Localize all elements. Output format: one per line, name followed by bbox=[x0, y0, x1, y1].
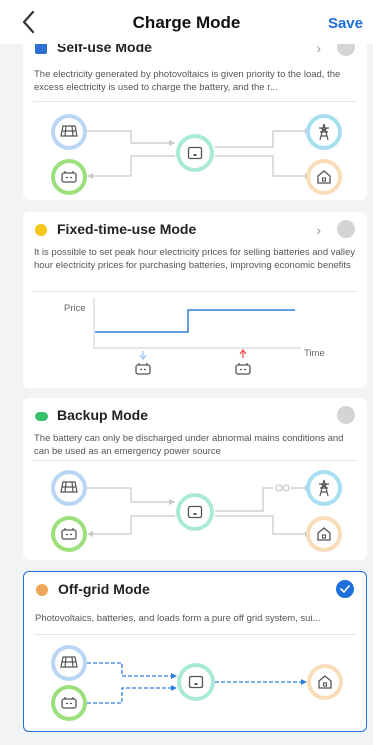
price-time-chart bbox=[93, 298, 301, 361]
mode-card-fixed-time-use[interactable]: Fixed-time-use Mode › It is possible to … bbox=[23, 212, 367, 388]
mode-card-off-grid[interactable]: Off-grid Mode Photovoltaics, batteries, … bbox=[23, 571, 367, 732]
power-tower-icon bbox=[319, 479, 329, 497]
solar-panel-icon bbox=[60, 481, 78, 493]
solar-panel-icon bbox=[60, 656, 78, 668]
mode-card-self-use[interactable]: Self-use Mode › The electricity generate… bbox=[23, 28, 367, 200]
battery-icon bbox=[61, 528, 77, 540]
home-node bbox=[306, 516, 342, 552]
grid-node bbox=[306, 470, 342, 506]
inverter-node bbox=[177, 663, 215, 701]
inverter-icon bbox=[188, 675, 204, 689]
inverter-icon bbox=[187, 146, 203, 160]
home-node bbox=[307, 664, 343, 700]
battery-node bbox=[51, 516, 87, 552]
solar-node bbox=[51, 470, 87, 506]
solar-node bbox=[51, 114, 87, 150]
battery-icon bbox=[61, 697, 77, 709]
save-button[interactable]: Save bbox=[328, 15, 363, 32]
home-icon bbox=[317, 170, 331, 184]
home-icon bbox=[317, 527, 331, 541]
home-node bbox=[306, 159, 342, 195]
solar-node bbox=[51, 645, 87, 681]
header-bar: Charge Mode Save bbox=[0, 0, 373, 44]
mode-card-backup[interactable]: Backup Mode The battery can only be disc… bbox=[23, 398, 367, 560]
page-title: Charge Mode bbox=[132, 13, 241, 32]
power-tower-icon bbox=[319, 123, 329, 141]
battery-buy-icon bbox=[135, 363, 151, 375]
battery-icon bbox=[61, 171, 77, 183]
grid-node bbox=[306, 114, 342, 150]
inverter-node bbox=[176, 134, 214, 172]
home-icon bbox=[318, 675, 332, 689]
inverter-icon bbox=[187, 505, 203, 519]
battery-node bbox=[51, 685, 87, 721]
broken-link-icon bbox=[275, 484, 290, 492]
solar-panel-icon bbox=[60, 125, 78, 137]
battery-sell-icon bbox=[235, 363, 251, 375]
battery-node bbox=[51, 159, 87, 195]
inverter-node bbox=[176, 493, 214, 531]
